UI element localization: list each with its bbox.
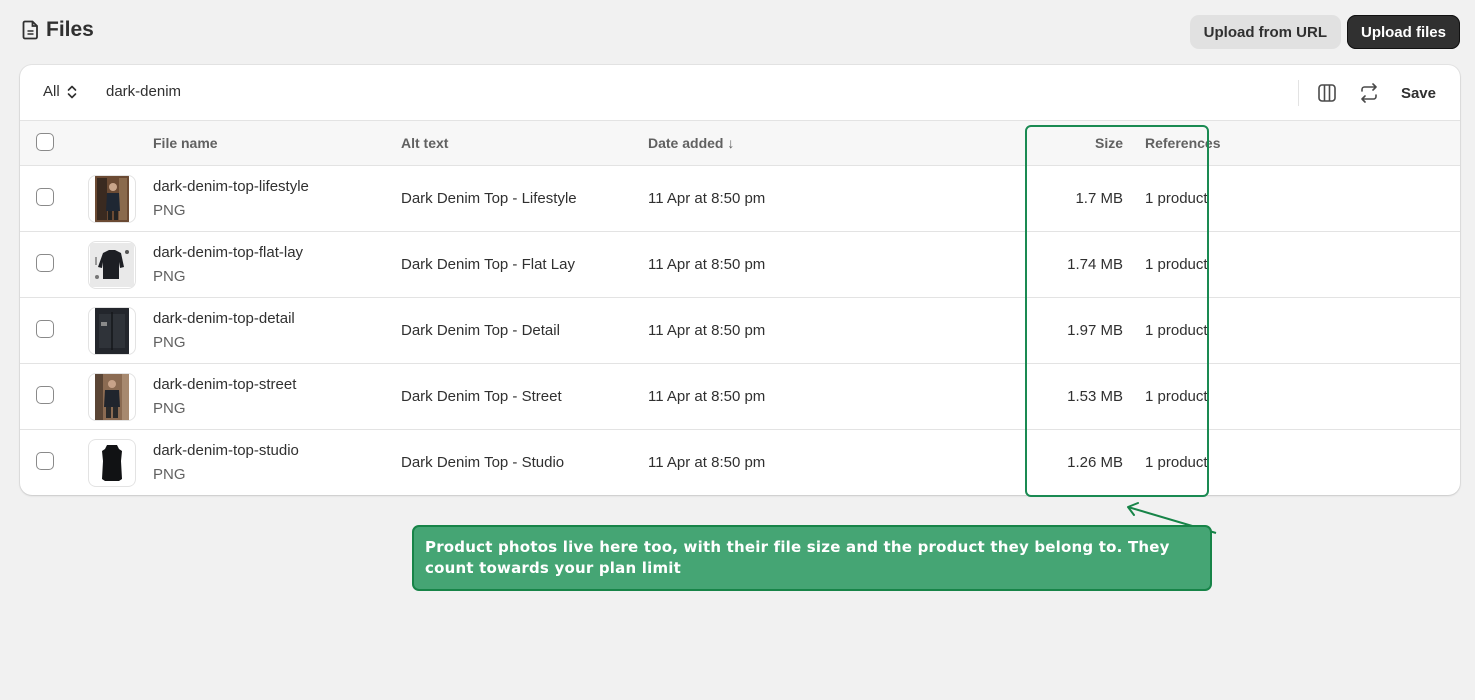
- file-thumbnail[interactable]: [88, 174, 136, 223]
- file-name[interactable]: dark-denim-top-studio: [153, 441, 401, 461]
- file-type: PNG: [153, 465, 186, 483]
- column-header-date-added[interactable]: Date added ↓: [648, 121, 1038, 166]
- file-type: PNG: [153, 201, 186, 219]
- alt-text-cell: Dark Denim Top - Lifestyle: [401, 165, 648, 232]
- thumbnail-lifestyle-image: [95, 175, 129, 222]
- alt-text-cell: Dark Denim Top - Detail: [401, 297, 648, 364]
- file-thumbnail[interactable]: [88, 240, 136, 289]
- filter-label: All: [43, 83, 60, 100]
- table-row[interactable]: dark-denim-top-studio PNG Dark Denim Top…: [20, 430, 1460, 496]
- date-added-cell: 11 Apr at 8:50 pm: [648, 454, 766, 471]
- file-type: PNG: [153, 267, 186, 285]
- page-header: Files: [22, 18, 94, 42]
- row-checkbox[interactable]: [36, 187, 54, 206]
- save-button[interactable]: Save: [1401, 85, 1436, 102]
- files-card: All dark-denim Save File name Alt text D…: [20, 65, 1460, 495]
- date-added-cell: 11 Apr at 8:50 pm: [648, 363, 1038, 430]
- column-header-alt-text: Alt text: [401, 121, 648, 166]
- date-added-cell: 11 Apr at 8:50 pm: [648, 165, 1038, 232]
- table-row[interactable]: dark-denim-top-detail PNG Dark Denim Top…: [20, 297, 1460, 364]
- select-all-checkbox[interactable]: [36, 132, 54, 151]
- file-name[interactable]: dark-denim-top-detail: [153, 309, 401, 329]
- table-row[interactable]: dark-denim-top-street PNG Dark Denim Top…: [20, 363, 1460, 430]
- row-checkbox[interactable]: [36, 253, 54, 272]
- row-checkbox[interactable]: [36, 385, 54, 404]
- size-references-highlight: [1025, 125, 1209, 497]
- column-header-file-name: File name: [153, 121, 401, 166]
- sort-swap-icon[interactable]: [1359, 83, 1379, 103]
- table-row[interactable]: dark-denim-top-flat-lay PNG Dark Denim T…: [20, 231, 1460, 298]
- thumbnail-street-image: [95, 373, 129, 420]
- date-added-cell: 11 Apr at 8:50 pm: [648, 231, 1038, 298]
- thumbnail-studio-image: [90, 440, 134, 485]
- upload-files-button[interactable]: Upload files: [1346, 15, 1460, 49]
- chevron-up-down-icon: [67, 85, 76, 98]
- page-title: Files: [46, 18, 94, 41]
- file-thumbnail[interactable]: [88, 306, 136, 355]
- file-thumbnail[interactable]: [88, 438, 136, 487]
- alt-text-cell: Dark Denim Top - Studio: [401, 454, 565, 471]
- date-added-cell: 11 Apr at 8:50 pm: [648, 297, 1038, 364]
- thumbnail-flat-lay-image: [90, 242, 134, 287]
- alt-text-cell: Dark Denim Top - Street: [401, 363, 648, 430]
- tooltip-callout: Product photos live here too, with their…: [412, 525, 1212, 591]
- table-row[interactable]: dark-denim-top-lifestyle PNG Dark Denim …: [20, 165, 1460, 232]
- files-table: File name Alt text Date added ↓ Size Ref…: [20, 121, 1460, 495]
- file-icon: [22, 20, 38, 40]
- columns-icon[interactable]: [1317, 83, 1337, 103]
- table-toolbar: All dark-denim Save: [20, 65, 1460, 121]
- row-checkbox[interactable]: [36, 451, 54, 470]
- row-checkbox[interactable]: [36, 319, 54, 338]
- alt-text-cell: Dark Denim Top - Flat Lay: [401, 231, 648, 298]
- toolbar-actions: Save: [1297, 80, 1436, 106]
- search-query[interactable]: dark-denim: [106, 83, 181, 100]
- file-thumbnail[interactable]: [88, 372, 136, 421]
- header-actions: Upload from URL Upload files: [1189, 15, 1460, 49]
- file-name[interactable]: dark-denim-top-flat-lay: [153, 243, 401, 263]
- upload-from-url-button[interactable]: Upload from URL: [1189, 15, 1341, 49]
- divider: [1297, 80, 1299, 106]
- file-type: PNG: [153, 333, 186, 351]
- table-header-row: File name Alt text Date added ↓ Size Ref…: [20, 121, 1460, 166]
- thumbnail-detail-image: [95, 307, 129, 354]
- file-name[interactable]: dark-denim-top-street: [153, 375, 401, 395]
- file-type: PNG: [153, 399, 186, 417]
- file-name[interactable]: dark-denim-top-lifestyle: [153, 177, 401, 197]
- filter-select[interactable]: All: [43, 83, 78, 100]
